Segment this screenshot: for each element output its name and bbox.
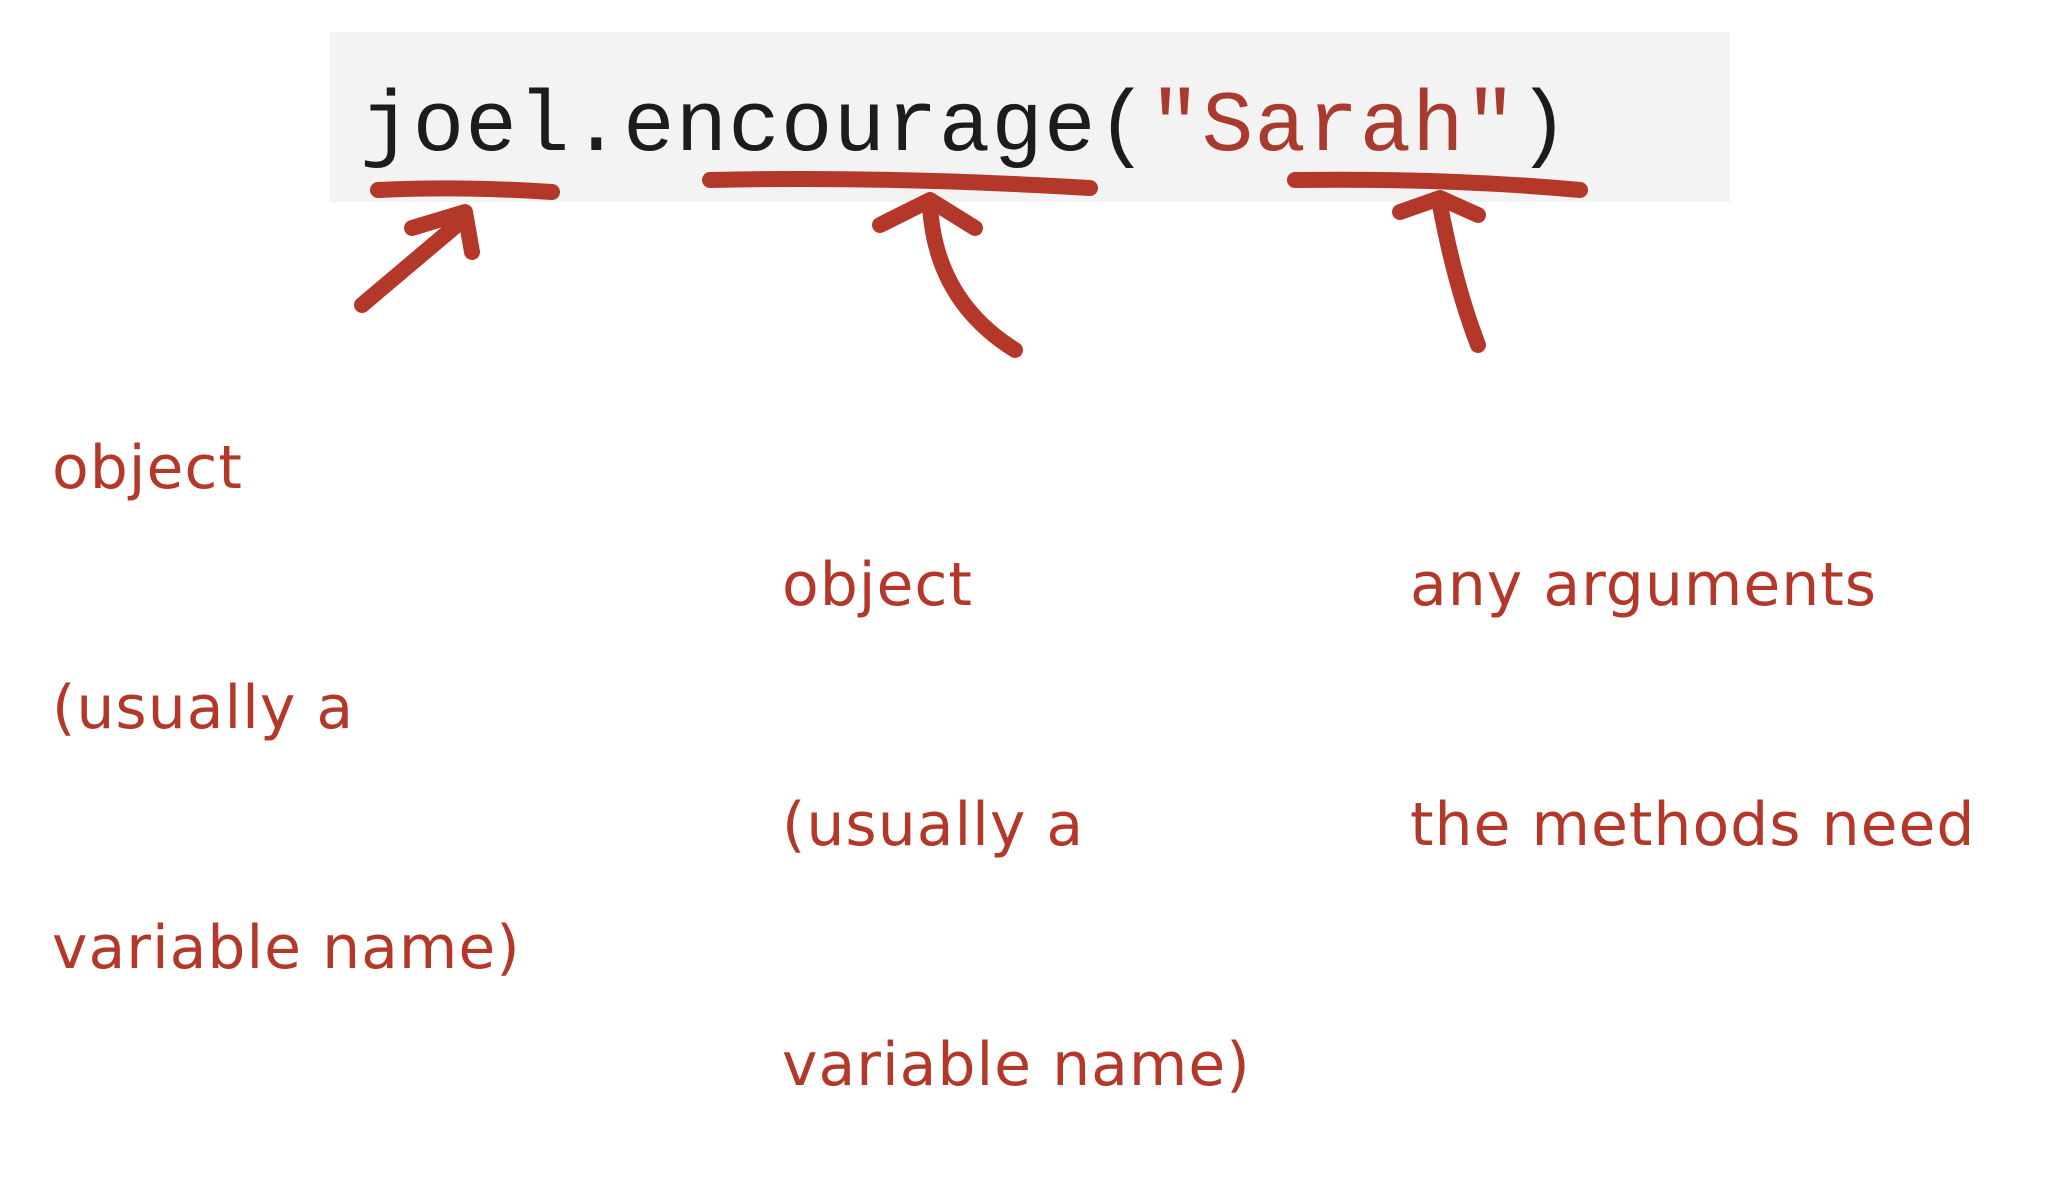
arguments-annotation-line-2: the methods need	[1410, 790, 1976, 860]
method-annotation-line-3: variable name)	[782, 1030, 1251, 1100]
method-annotation-line-1: object	[782, 550, 973, 620]
arguments-annotation-line-1: any arguments	[1410, 550, 1878, 620]
method-annotation: object (usually a variable name)	[782, 385, 1251, 1185]
method-underline	[702, 171, 1098, 196]
object-annotation-line-1: object	[52, 433, 243, 503]
argument-underline	[1287, 171, 1588, 198]
object-annotation-line-3: variable name)	[52, 913, 521, 983]
method-annotation-line-2: (usually a	[782, 790, 1085, 860]
object-annotation: object (usually a variable name)	[52, 268, 521, 1068]
arguments-annotation: any arguments the methods need	[1410, 385, 1976, 945]
object-annotation-line-2: (usually a	[52, 673, 355, 743]
argument-arrow-shaft	[1432, 197, 1486, 353]
object-underline	[370, 180, 560, 200]
